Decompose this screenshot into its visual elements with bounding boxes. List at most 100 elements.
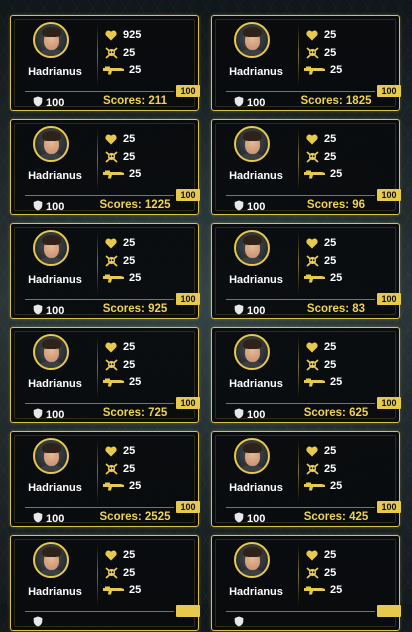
hearts-stat: 25 xyxy=(103,236,135,250)
shield-value: 100 xyxy=(247,409,266,421)
kills-stat: 25 xyxy=(304,358,336,372)
skull-crossbones-icon xyxy=(304,255,320,267)
card-divider xyxy=(298,232,299,294)
score-label: Scores: 96 xyxy=(306,199,366,211)
player-card[interactable]: Hadrianus 25 25 xyxy=(211,327,401,423)
heart-icon xyxy=(103,549,119,561)
hearts-stat: 25 xyxy=(304,444,336,458)
player-card[interactable]: Hadrianus 925 25 25 100 Scores: 211 100 xyxy=(10,15,200,112)
hearts-stat: 25 xyxy=(103,548,135,562)
player-card[interactable]: Hadrianus 25 25 xyxy=(10,327,200,424)
kills-stat: 25 xyxy=(304,150,336,164)
skull-crossbones-icon xyxy=(103,255,119,267)
ammo-value: 25 xyxy=(129,584,142,596)
shield-stat: 100 xyxy=(234,94,265,112)
shield-icon xyxy=(33,614,43,632)
ammo-stat: 25 xyxy=(103,167,141,181)
ammo-stat: 25 xyxy=(304,479,342,493)
player-card[interactable]: Hadrianus 25 25 xyxy=(211,431,401,528)
ammo-stat: 25 xyxy=(304,583,342,597)
shield-stat: 100 xyxy=(33,406,64,424)
player-name: Hadrianus xyxy=(229,378,283,390)
kills-value: 25 xyxy=(123,47,136,59)
level-badge: 100 xyxy=(377,501,401,513)
gun-icon xyxy=(304,168,326,180)
heart-icon xyxy=(304,29,320,41)
shield-stat: 100 xyxy=(234,510,265,528)
ammo-stat: 25 xyxy=(103,271,141,285)
player-name: Hadrianus xyxy=(28,586,82,598)
ammo-value: 25 xyxy=(129,480,142,492)
ammo-value: 25 xyxy=(129,64,142,76)
hearts-value: 25 xyxy=(123,549,136,561)
player-card[interactable]: Hadrianus 25 25 xyxy=(10,431,200,527)
player-card[interactable]: Hadrianus 25 25 xyxy=(211,15,401,112)
skull-crossbones-icon xyxy=(103,463,119,475)
shield-value: 100 xyxy=(247,97,266,109)
shield-stat xyxy=(33,614,46,632)
ammo-stat: 25 xyxy=(304,167,342,181)
kills-stat: 25 xyxy=(304,254,336,268)
shield-icon xyxy=(234,198,244,216)
hearts-stat: 925 xyxy=(103,28,141,42)
gun-icon xyxy=(103,272,125,284)
hearts-value: 25 xyxy=(324,549,337,561)
card-divider xyxy=(298,336,299,398)
player-card[interactable]: Hadrianus 25 25 xyxy=(211,223,401,319)
gun-icon xyxy=(304,272,326,284)
ammo-stat: 25 xyxy=(304,375,342,389)
hearts-value: 25 xyxy=(324,29,337,41)
hearts-value: 25 xyxy=(123,445,136,457)
card-divider xyxy=(298,544,299,606)
skull-crossbones-icon xyxy=(103,47,119,59)
hearts-value: 25 xyxy=(123,133,136,145)
gun-icon xyxy=(103,376,125,388)
shield-value: 100 xyxy=(247,201,266,213)
player-card[interactable]: Hadrianus 25 25 xyxy=(10,223,200,319)
card-bottom-line xyxy=(226,611,375,612)
shield-stat: 100 xyxy=(33,94,64,112)
card-bottom-line xyxy=(226,91,375,92)
hearts-stat: 25 xyxy=(103,444,135,458)
heart-icon xyxy=(103,237,119,249)
ammo-stat: 25 xyxy=(103,375,141,389)
player-card[interactable]: Hadrianus 25 25 xyxy=(211,535,401,632)
score-label: Scores: 83 xyxy=(306,303,366,315)
player-card[interactable]: Hadrianus 25 25 xyxy=(10,535,200,632)
kills-value: 25 xyxy=(123,255,136,267)
ammo-value: 25 xyxy=(129,168,142,180)
ammo-value: 25 xyxy=(129,376,142,388)
skull-crossbones-icon xyxy=(304,567,320,579)
player-name: Hadrianus xyxy=(229,66,283,78)
player-name: Hadrianus xyxy=(28,274,82,286)
kills-value: 25 xyxy=(324,463,337,475)
player-avatar xyxy=(33,438,69,474)
card-divider xyxy=(97,440,98,502)
player-name: Hadrianus xyxy=(28,378,82,390)
hearts-value: 925 xyxy=(123,29,142,41)
player-card[interactable]: Hadrianus 25 25 xyxy=(10,119,200,215)
shield-icon xyxy=(234,614,244,632)
heart-icon xyxy=(103,445,119,457)
card-divider xyxy=(97,232,98,294)
level-badge: 100 xyxy=(176,85,200,97)
shield-value: 100 xyxy=(46,305,65,317)
kills-value: 25 xyxy=(324,255,337,267)
gun-icon xyxy=(304,376,326,388)
gun-icon xyxy=(304,480,326,492)
player-card[interactable]: Hadrianus 25 25 xyxy=(211,119,401,216)
card-bottom-line xyxy=(226,195,375,196)
skull-crossbones-icon xyxy=(103,567,119,579)
heart-icon xyxy=(304,133,320,145)
player-card-grid: Hadrianus 925 25 25 100 Scores: 211 100 … xyxy=(0,0,412,631)
card-bottom-line xyxy=(25,195,174,196)
card-bottom-line xyxy=(226,507,375,508)
kills-stat: 25 xyxy=(103,358,135,372)
level-badge xyxy=(176,605,200,617)
skull-crossbones-icon xyxy=(304,151,320,163)
skull-crossbones-icon xyxy=(103,359,119,371)
card-bottom-line xyxy=(25,403,174,404)
score-label: Scores: 211 xyxy=(103,95,167,107)
player-avatar xyxy=(33,126,69,162)
ammo-value: 25 xyxy=(129,272,142,284)
